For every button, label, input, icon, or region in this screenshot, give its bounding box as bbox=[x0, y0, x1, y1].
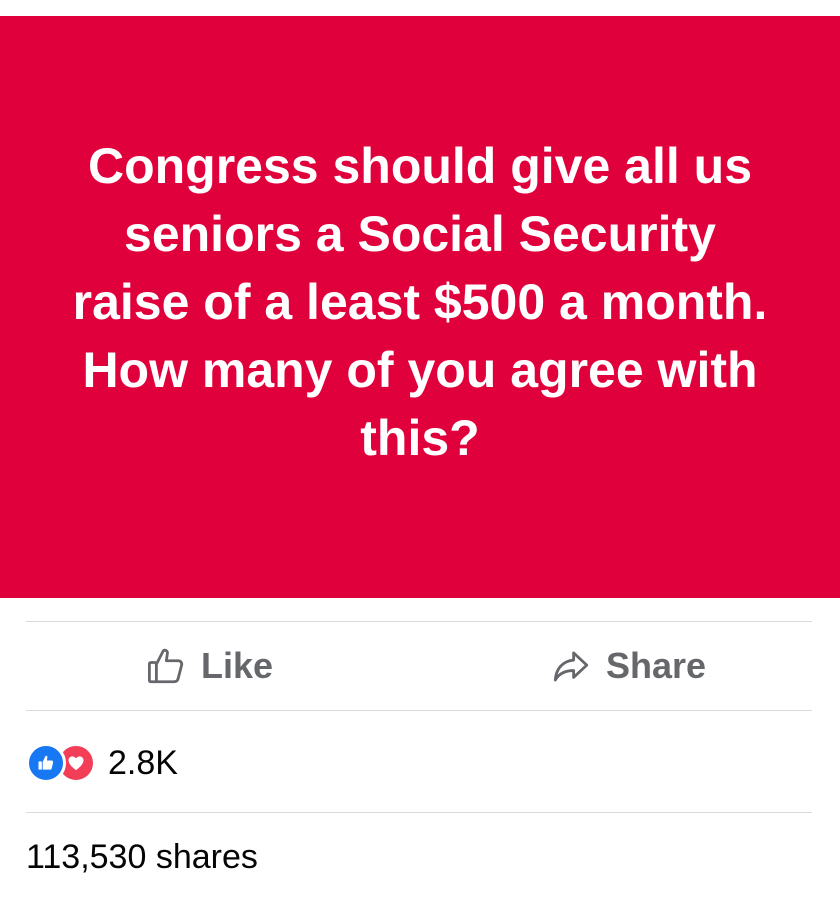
share-arrow-icon bbox=[550, 645, 592, 687]
divider bbox=[26, 710, 812, 711]
reactions-summary[interactable]: 2.8K bbox=[26, 738, 178, 788]
thumbs-up-icon bbox=[145, 645, 187, 687]
divider bbox=[26, 812, 812, 813]
share-button[interactable]: Share bbox=[550, 622, 706, 710]
reaction-count: 2.8K bbox=[108, 743, 178, 782]
like-label: Like bbox=[201, 645, 274, 686]
top-spacer bbox=[0, 0, 840, 16]
post-banner: Congress should give all us seniors a So… bbox=[0, 16, 840, 598]
share-label: Share bbox=[606, 645, 707, 686]
action-bar: Like Share bbox=[0, 622, 840, 710]
like-button[interactable]: Like bbox=[145, 622, 273, 710]
post-text: Congress should give all us seniors a So… bbox=[72, 138, 768, 466]
shares-count[interactable]: 113,530 shares bbox=[26, 838, 258, 877]
post-card: Congress should give all us seniors a So… bbox=[0, 0, 840, 900]
like-reaction-icon bbox=[26, 743, 66, 783]
